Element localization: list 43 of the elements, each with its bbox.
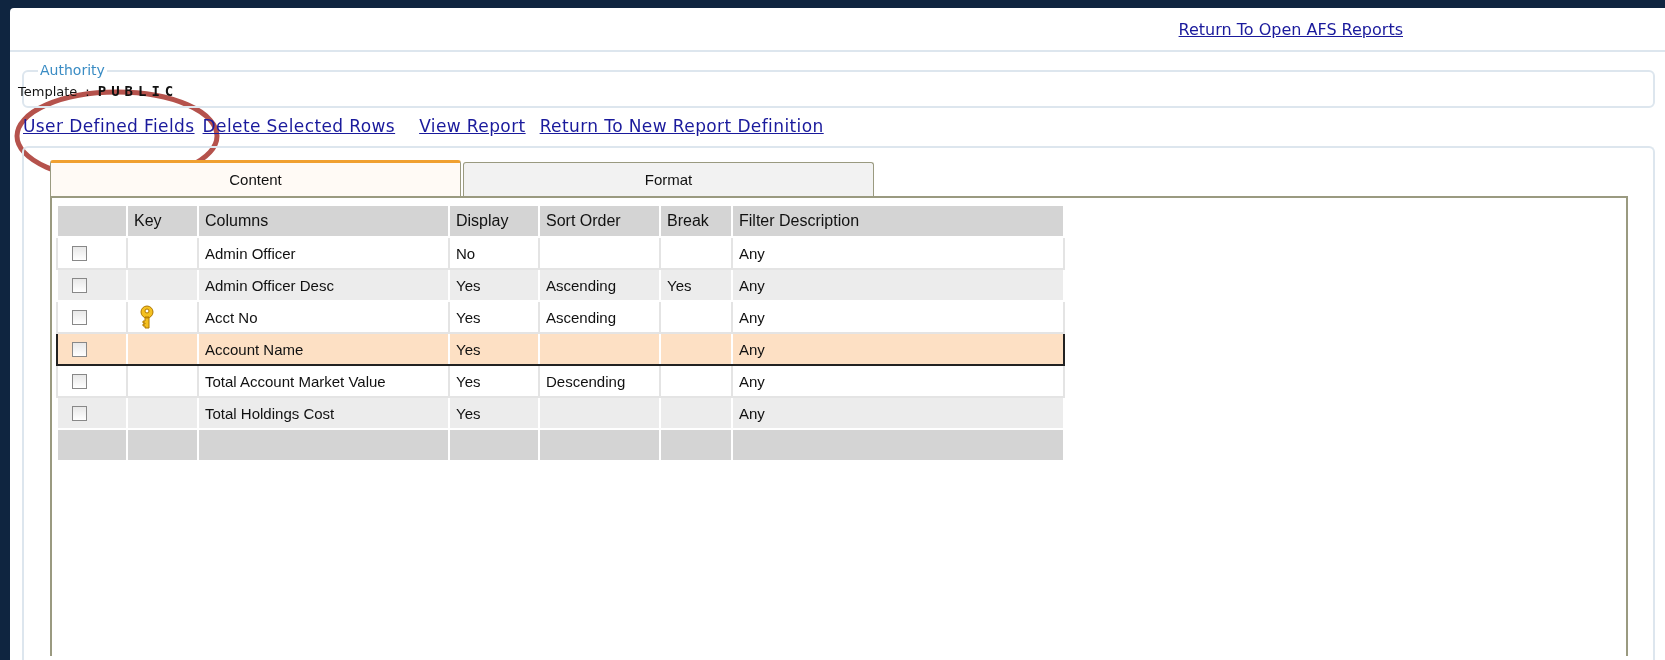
table-cell: Ascending xyxy=(546,276,617,294)
action-link[interactable]: Return To New Report Definition xyxy=(539,116,824,136)
row-checkbox[interactable] xyxy=(72,405,87,421)
table-cell: Yes xyxy=(456,372,481,390)
table-cell: Ascending xyxy=(546,308,617,326)
column-header: Sort Order xyxy=(539,205,660,237)
table-cell: Yes xyxy=(456,340,481,358)
authority-legend: Authority xyxy=(38,62,107,78)
table-cell: Any xyxy=(739,244,765,262)
table-cell: Any xyxy=(739,340,765,358)
template-label: Template xyxy=(18,84,78,99)
table-cell: Yes xyxy=(456,404,481,422)
column-header: Display xyxy=(449,205,539,237)
table-cell: Yes xyxy=(667,276,692,294)
column-header: Break xyxy=(660,205,732,237)
table-cell: Admin Officer Desc xyxy=(205,276,334,294)
action-link[interactable]: View Report xyxy=(419,116,526,136)
table-cell: Account Name xyxy=(205,340,304,358)
action-link[interactable]: User Defined Fields xyxy=(23,116,195,136)
table-cell: Any xyxy=(739,308,765,326)
column-header: Columns xyxy=(198,205,449,237)
tab[interactable]: Format xyxy=(463,162,874,196)
row-checkbox[interactable] xyxy=(72,341,87,357)
row-checkbox[interactable] xyxy=(72,309,87,325)
table-cell: Yes xyxy=(456,276,481,294)
row-checkbox[interactable] xyxy=(72,373,87,389)
table-cell: Admin Officer xyxy=(205,244,296,262)
table-cell: Any xyxy=(739,276,765,294)
column-header: Key xyxy=(127,205,198,237)
table-cell: Any xyxy=(739,372,765,390)
row-checkbox[interactable] xyxy=(72,245,87,261)
table-cell: Total Account Market Value xyxy=(205,372,386,390)
separator: : xyxy=(85,84,90,99)
table-cell: Descending xyxy=(546,372,626,390)
table-cell: Yes xyxy=(456,308,481,326)
table-cell: Acct No xyxy=(205,308,258,326)
table-cell: Any xyxy=(739,404,765,422)
table-cell: No xyxy=(456,244,476,262)
table-cell: Total Holdings Cost xyxy=(205,404,335,422)
row-checkbox[interactable] xyxy=(72,277,87,293)
column-header: Filter Description xyxy=(732,205,1064,237)
tab[interactable]: Content xyxy=(50,160,461,196)
return-link[interactable]: Return To Open AFS Reports xyxy=(1178,19,1403,39)
